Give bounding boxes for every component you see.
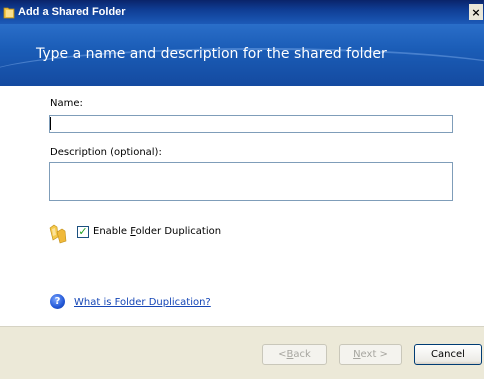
next-text: ext >	[360, 349, 388, 360]
text-caret	[50, 117, 51, 130]
link-accelerator: W	[74, 297, 84, 308]
next-accelerator: N	[353, 349, 361, 360]
name-label: Name:	[50, 98, 83, 109]
back-text: ack	[293, 349, 311, 360]
page-heading: Type a name and description for the shar…	[36, 46, 387, 62]
back-prefix: <	[278, 349, 287, 360]
folder-icon	[3, 5, 15, 19]
button-bar	[0, 326, 484, 379]
folder-duplication-icon	[49, 224, 71, 244]
label-prefix: Enable	[93, 226, 131, 237]
help-question-icon[interactable]: ?	[50, 294, 65, 309]
back-button[interactable]: < Back	[262, 344, 327, 365]
cancel-button[interactable]: Cancel	[414, 344, 482, 365]
cancel-label: Cancel	[431, 349, 465, 360]
close-icon[interactable]: ×	[469, 4, 483, 20]
window-title: Add a Shared Folder	[18, 6, 126, 18]
description-field[interactable]	[49, 162, 453, 201]
description-label: Description (optional):	[50, 147, 162, 158]
checkmark-icon: ✓	[78, 225, 88, 238]
title-bar: Add a Shared Folder ×	[0, 0, 484, 24]
name-field[interactable]	[49, 115, 453, 133]
enable-folder-duplication-label[interactable]: Enable Folder Duplication	[93, 226, 221, 237]
what-is-folder-duplication-link[interactable]: What is Folder Duplication?	[74, 297, 211, 308]
header-banner: Type a name and description for the shar…	[0, 24, 484, 86]
link-text: hat is Folder Duplication?	[83, 297, 211, 308]
label-suffix: older Duplication	[135, 226, 222, 237]
next-button[interactable]: Next >	[339, 344, 402, 365]
back-accelerator: B	[286, 349, 294, 360]
enable-folder-duplication-checkbox[interactable]: ✓	[77, 226, 89, 238]
